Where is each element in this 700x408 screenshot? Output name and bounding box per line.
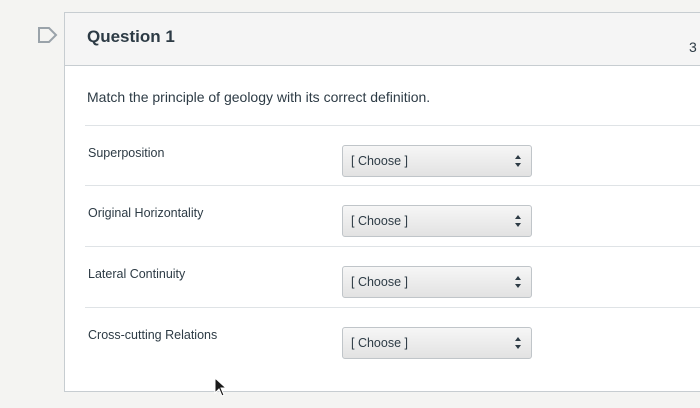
match-label: Original Horizontality bbox=[88, 206, 204, 220]
up-down-arrows-icon bbox=[515, 276, 521, 288]
match-label: Lateral Continuity bbox=[88, 267, 186, 281]
question-card: Question 1 3 Match the principle of geol… bbox=[64, 12, 700, 392]
select-value: [ Choose ] bbox=[351, 336, 408, 350]
question-header: Question 1 3 bbox=[65, 13, 700, 66]
select-value: [ Choose ] bbox=[351, 214, 408, 228]
mouse-pointer-icon bbox=[214, 377, 228, 397]
question-title: Question 1 bbox=[87, 27, 175, 46]
question-points: 3 bbox=[689, 39, 697, 55]
up-down-arrows-icon bbox=[515, 155, 521, 167]
select-value: [ Choose ] bbox=[351, 275, 408, 289]
screen-glare bbox=[548, 150, 700, 154]
question-prompt: Match the principle of geology with its … bbox=[87, 89, 431, 105]
match-label: Superposition bbox=[88, 146, 165, 160]
answer-select[interactable]: [ Choose ] bbox=[342, 205, 532, 237]
match-row-superposition: Superposition [ Choose ] bbox=[85, 125, 700, 186]
up-down-arrows-icon bbox=[515, 215, 521, 227]
match-label: Cross-cutting Relations bbox=[88, 328, 218, 342]
match-row-cross-cutting-relations: Cross-cutting Relations [ Choose ] bbox=[85, 307, 700, 368]
select-value: [ Choose ] bbox=[351, 154, 408, 168]
answer-select[interactable]: [ Choose ] bbox=[342, 327, 532, 359]
flag-question-icon[interactable] bbox=[37, 26, 59, 44]
match-row-lateral-continuity: Lateral Continuity [ Choose ] bbox=[85, 246, 700, 307]
up-down-arrows-icon bbox=[515, 337, 521, 349]
match-row-original-horizontality: Original Horizontality [ Choose ] bbox=[85, 185, 700, 246]
answer-select[interactable]: [ Choose ] bbox=[342, 266, 532, 298]
answer-select[interactable]: [ Choose ] bbox=[342, 145, 532, 177]
